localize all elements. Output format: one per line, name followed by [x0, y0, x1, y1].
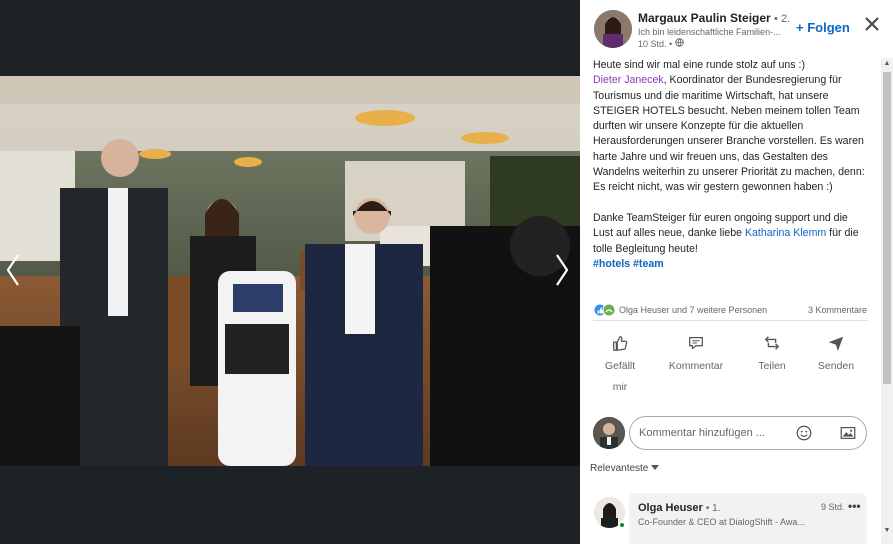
comment-input[interactable]: Kommentar hinzufügen ...: [629, 416, 867, 450]
like-button[interactable]: Gefällt mir: [585, 328, 655, 398]
comment-icon: [687, 334, 705, 352]
comment-bubble: Olga Heuser • 1. Co-Founder & CEO at Dia…: [629, 493, 867, 544]
comment-composer: Kommentar hinzufügen ...: [593, 416, 869, 452]
like-label-1: Gefällt: [604, 360, 636, 372]
reaction-names[interactable]: Olga Heuser und 7 weitere Personen: [619, 305, 767, 315]
commenter-name[interactable]: Olga Heuser • 1.: [638, 502, 721, 514]
more-options-icon[interactable]: •••: [848, 499, 861, 513]
send-label: Senden: [817, 360, 855, 372]
close-icon[interactable]: [863, 15, 881, 33]
share-label: Teilen: [758, 360, 786, 372]
my-avatar[interactable]: [593, 417, 625, 449]
post-hashtags[interactable]: #hotels #team: [593, 257, 869, 272]
commenter-headline: Co-Founder & CEO at DialogShift - Awa...: [638, 517, 805, 527]
post-panel: Margaux Paulin Steiger • 2. Ich bin leid…: [580, 0, 893, 544]
author-headline: Ich bin leidenschaftliche Familien-...: [638, 27, 781, 37]
scrollbar-thumb[interactable]: [883, 72, 891, 384]
comment-count[interactable]: 3 Kommentare: [808, 305, 867, 315]
follow-button[interactable]: + Folgen: [796, 20, 850, 35]
author-name-text[interactable]: Margaux Paulin Steiger: [638, 11, 771, 25]
mention-dieter-janecek[interactable]: Dieter Janecek: [593, 74, 664, 86]
sort-label: Relevanteste: [590, 463, 649, 474]
share-button[interactable]: Teilen: [737, 328, 807, 377]
post-text-body: Dieter Janecek, Koordinator der Bundesre…: [593, 73, 869, 195]
media-viewer: [0, 0, 580, 544]
author-name[interactable]: Margaux Paulin Steiger • 2.: [638, 11, 790, 25]
image-icon[interactable]: [839, 424, 857, 442]
post-text-body-rest: , Koordinator der Bundesregierung für To…: [593, 74, 865, 194]
author-degree: • 2.: [774, 13, 791, 25]
divider: [593, 320, 868, 321]
send-icon: [827, 334, 845, 352]
send-button[interactable]: Senden: [801, 328, 871, 377]
post-text-thanks: Danke TeamSteiger für euren ongoing supp…: [593, 211, 869, 257]
commenter-degree: • 1.: [705, 503, 721, 514]
post-text-intro: Heute sind wir mal eine runde stolz auf …: [593, 59, 805, 71]
comment-button[interactable]: Kommentar: [661, 328, 731, 377]
reaction-icons: [593, 303, 617, 317]
comment-time: 9 Std.: [821, 502, 845, 512]
repost-icon: [763, 334, 781, 352]
like-label-2: mir: [612, 381, 628, 393]
caret-down-icon: [651, 463, 660, 474]
scroll-up-arrow[interactable]: ▲: [883, 60, 891, 68]
post-photo: [0, 76, 580, 466]
reactions-bar[interactable]: Olga Heuser und 7 weitere Personen 3 Kom…: [593, 303, 867, 317]
post-time: 10 Std. •: [638, 38, 684, 49]
thumbs-up-icon: [611, 334, 629, 352]
post-time-text: 10 Std. •: [638, 38, 673, 49]
previous-image-button[interactable]: [2, 250, 24, 290]
emoji-icon[interactable]: [795, 424, 813, 442]
comment-item: Olga Heuser • 1. Co-Founder & CEO at Dia…: [580, 493, 880, 544]
sort-dropdown[interactable]: Relevanteste: [590, 463, 660, 474]
commenter-name-text[interactable]: Olga Heuser: [638, 502, 703, 514]
mention-katharina-klemm[interactable]: Katharina Klemm: [745, 227, 826, 239]
author-avatar[interactable]: [594, 10, 632, 48]
post-text: Heute sind wir mal eine runde stolz auf …: [593, 58, 869, 272]
comment-label: Kommentar: [668, 360, 724, 372]
post-header: Margaux Paulin Steiger • 2. Ich bin leid…: [580, 0, 893, 58]
online-status-dot: [618, 521, 626, 529]
next-image-button[interactable]: [551, 250, 573, 290]
action-bar: Gefällt mir Kommentar Teilen Senden: [580, 328, 880, 394]
scroll-down-arrow[interactable]: ▼: [883, 527, 891, 535]
globe-icon: [675, 38, 684, 49]
post-text-spacer: [593, 196, 869, 211]
